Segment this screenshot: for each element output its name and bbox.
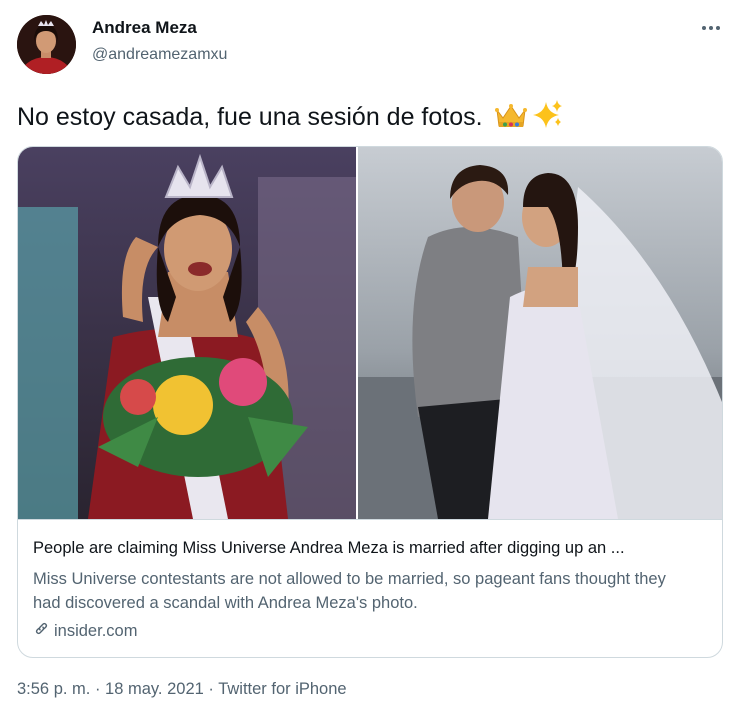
tweet-source[interactable]: Twitter for iPhone <box>218 680 346 698</box>
tweet-body: No estoy casada, fue una sesión de fotos… <box>17 103 490 131</box>
tweet-meta: 3:56 p. m. · 18 may. 2021 · Twitter for … <box>17 680 347 699</box>
card-image[interactable] <box>18 147 722 519</box>
author-name[interactable]: Andrea Meza <box>92 18 197 38</box>
tweet-text: No estoy casada, fue una sesión de fotos… <box>17 98 564 138</box>
link-card[interactable]: People are claiming Miss Universe Andrea… <box>17 146 723 658</box>
tweet: Andrea Meza @andreamezamxu No estoy casa… <box>0 0 740 716</box>
tweet-date[interactable]: 18 may. 2021 <box>105 680 204 698</box>
avatar[interactable] <box>17 15 76 74</box>
meta-separator: · <box>203 680 219 698</box>
card-divider <box>18 519 722 520</box>
card-domain[interactable]: insider.com <box>33 620 137 642</box>
card-description: Miss Universe contestants are not allowe… <box>33 570 666 612</box>
author-handle[interactable]: @andreamezamxu <box>92 46 227 64</box>
meta-separator: · <box>90 680 106 698</box>
more-options-icon[interactable] <box>694 14 728 42</box>
crown-emoji-icon <box>494 102 528 138</box>
card-title[interactable]: People are claiming Miss Universe Andrea… <box>33 539 713 558</box>
link-icon <box>33 620 50 642</box>
tweet-time[interactable]: 3:56 p. m. <box>17 680 90 698</box>
card-domain-text: insider.com <box>54 621 138 640</box>
sparkles-emoji-icon <box>532 98 564 138</box>
